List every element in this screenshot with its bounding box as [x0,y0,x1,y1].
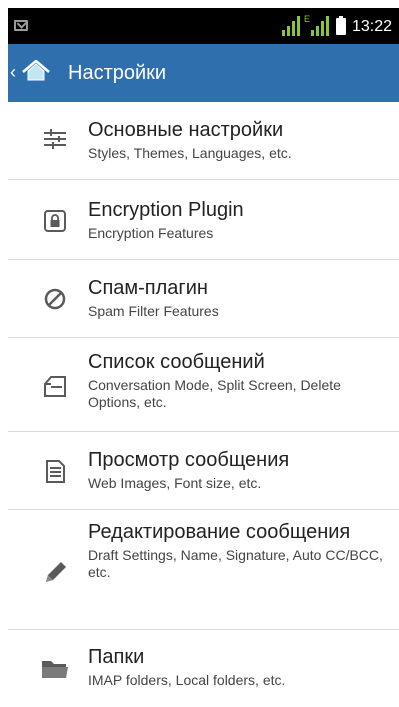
signal-icon [282,16,300,36]
settings-item-subtitle: Styles, Themes, Languages, etc. [88,145,292,161]
network-type-label: E [304,14,311,24]
settings-item-title: Encryption Plugin [88,199,244,221]
up-navigation-button[interactable]: ‹ [8,44,68,102]
home-icon [22,59,50,81]
action-bar: ‹ Настройки [8,44,399,102]
settings-item-message-view[interactable]: Просмотр сообщения Web Images, Font size… [8,432,399,510]
settings-item-encryption[interactable]: Encryption Plugin Encryption Features [8,180,399,260]
settings-item-subtitle: IMAP folders, Local folders, etc. [88,672,286,688]
settings-item-subtitle: Draft Settings, Name, Signature, Auto CC… [88,547,383,580]
settings-item-folders[interactable]: Папки IMAP folders, Local folders, etc. [8,630,399,701]
settings-item-title: Спам-плагин [88,277,208,299]
battery-icon [336,16,346,35]
settings-item-spam[interactable]: Спам-плагин Spam Filter Features [8,260,399,338]
settings-item-message-list[interactable]: Список сообщений Conversation Mode, Spli… [8,338,399,432]
pencil-icon [46,562,66,582]
settings-list: Основные настройки Styles, Themes, Langu… [8,102,399,701]
settings-item-title: Основные настройки [88,119,284,141]
document-icon [46,460,65,483]
settings-item-title: Просмотр сообщения [88,449,290,471]
settings-item-title: Список сообщений [88,351,265,373]
signal-icon [311,16,329,36]
page-title: Настройки [68,62,167,84]
back-chevron-icon: ‹ [10,62,16,82]
block-icon [44,288,66,310]
message-list-icon [44,376,66,397]
status-bar: E 13:22 [8,8,399,44]
settings-item-subtitle: Encryption Features [88,225,214,241]
settings-item-subtitle: Conversation Mode, Split Screen, Delete … [88,377,341,410]
settings-item-title: Редактирование сообщения [88,521,351,543]
app-screen: E 13:22 ‹ Настройки Основные настройки S… [8,8,399,707]
settings-item-subtitle: Web Images, Font size, etc. [88,475,262,491]
sliders-icon [44,129,66,149]
clock: 13:22 [352,18,393,35]
folder-icon [42,661,68,678]
settings-item-general[interactable]: Основные настройки Styles, Themes, Langu… [8,102,399,180]
settings-item-subtitle: Spam Filter Features [88,303,219,319]
mail-notification-icon [14,20,28,31]
settings-item-compose[interactable]: Редактирование сообщения Draft Settings,… [8,510,399,630]
settings-item-title: Папки [88,646,145,668]
lock-icon [44,210,66,232]
